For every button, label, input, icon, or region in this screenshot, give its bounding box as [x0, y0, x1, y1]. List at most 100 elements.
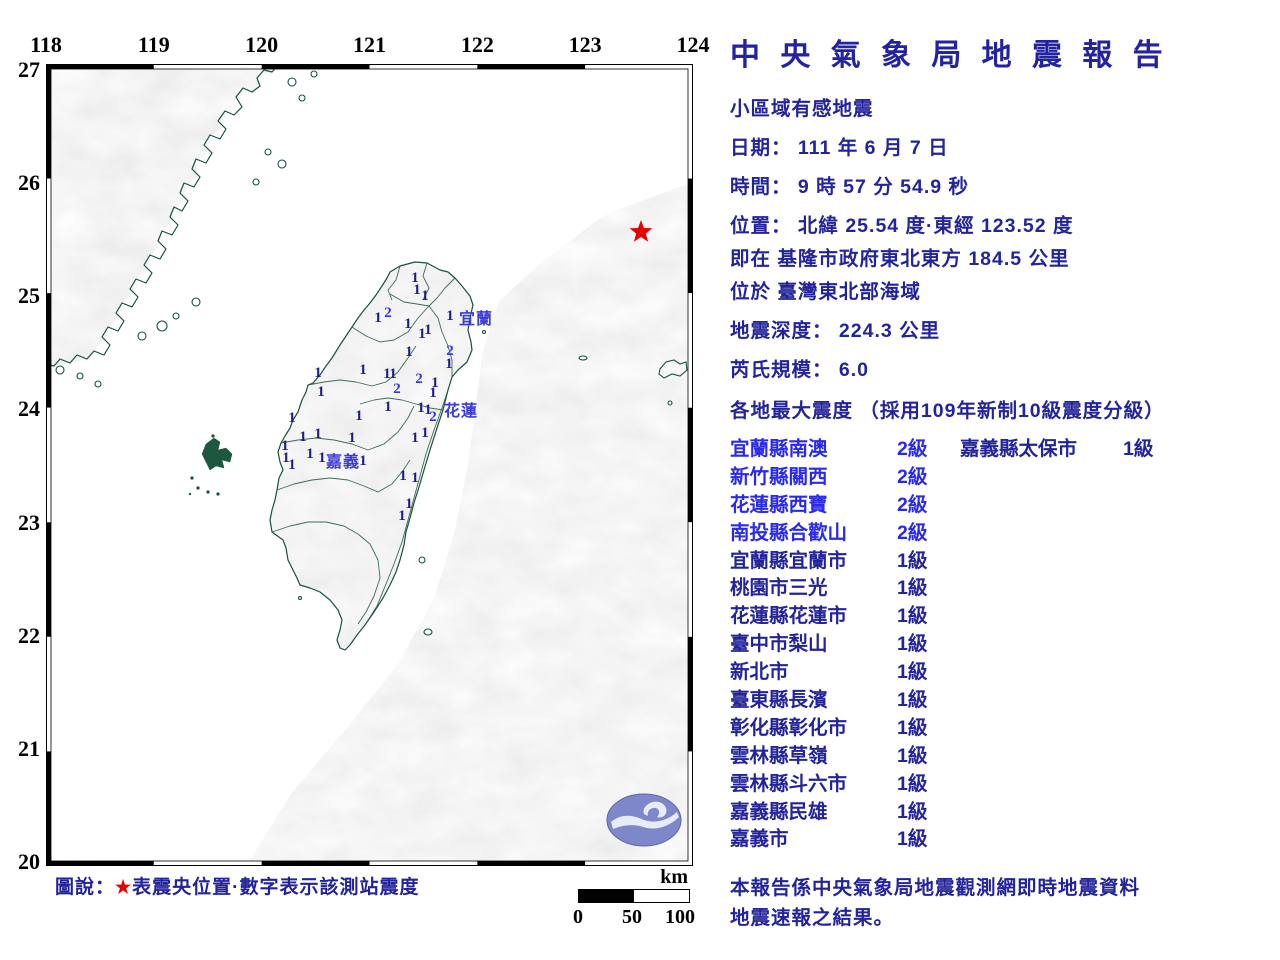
- intensity-row: 嘉義縣太保市 1級: [960, 436, 1153, 464]
- report-magnitude: 芮氏規模： 6.0: [730, 359, 870, 381]
- station-level: 1級: [897, 772, 928, 795]
- station-name: 嘉義市: [730, 828, 789, 851]
- report-region: 位於 臺灣東北部海域: [730, 281, 921, 303]
- station-intensity-1: 1: [418, 326, 426, 342]
- taiwan-region-map: 11 11 1 1111111 111111 1 11 11 1 1 1 111 1 11 11 111222…: [46, 64, 693, 866]
- station-intensity-1: 1: [288, 457, 296, 473]
- latitude-tick-label: 21: [18, 735, 40, 761]
- legend-text: 表震央位置·數字表示該測站震度: [132, 877, 420, 898]
- station-intensity-1: 1: [398, 508, 406, 524]
- station-level: 1級: [897, 661, 928, 684]
- intensity-list-left: 宜蘭縣南澳 2級 新竹縣關西 2級 花蓮縣西寶 2級 南投縣合歡山 2級 宜蘭縣宜蘭市 1級 桃園市…: [730, 436, 927, 854]
- intensity-row: 嘉義市 1級: [730, 826, 927, 854]
- latitude-tick-label: 25: [18, 283, 40, 309]
- longitude-tick-label: 123: [568, 32, 602, 57]
- station-intensity-1: 1: [405, 496, 413, 512]
- intensity-row: 雲林縣草嶺 1級: [730, 743, 927, 771]
- cwb-logo: [606, 793, 682, 847]
- station-intensity-2: 2: [429, 409, 437, 425]
- station-name: 新竹縣關西: [730, 465, 828, 488]
- station-name: 嘉義縣太保市: [960, 438, 1078, 460]
- longitude-tick-label: 119: [137, 32, 170, 57]
- scale-tick-50: 50: [622, 906, 642, 928]
- scale-tick-0: 0: [573, 906, 583, 928]
- latitude-tick-label: 24: [18, 396, 40, 422]
- intensity-row: 新竹縣關西 2級: [730, 464, 927, 492]
- station-name: 南投縣合歡山: [730, 521, 848, 544]
- station-level: 1級: [897, 577, 928, 600]
- station-intensity-2: 2: [384, 305, 392, 321]
- station-level: 1級: [897, 633, 928, 656]
- scale-unit: km: [660, 866, 688, 888]
- station-intensity-1: 1: [359, 453, 367, 469]
- intensity-row: 花蓮縣花蓮市 1級: [730, 603, 927, 631]
- latitude-tick-label: 22: [18, 622, 40, 648]
- report-date: 日期： 111 年 6 月 7 日: [730, 137, 949, 159]
- station-level: 1級: [897, 744, 928, 767]
- station-name: 宜蘭縣南澳: [730, 438, 828, 460]
- scale-tick-100: 100: [665, 906, 695, 928]
- station-level: 1級: [897, 828, 928, 851]
- report-time: 時間： 9 時 57 分 54.9 秒: [730, 176, 969, 198]
- station-name: 新北市: [730, 661, 789, 684]
- report-reference-distance: 即在 基隆市政府東北東方 184.5 公里: [730, 248, 1070, 270]
- station-intensity-1: 1: [355, 408, 363, 424]
- station-intensity-2: 2: [415, 371, 423, 387]
- earthquake-report-page: 118 119 120 121 122 123 124 27 26 25 24 23 22 21 20: [0, 0, 1280, 960]
- scale-bar: [578, 889, 690, 903]
- station-level: 1級: [897, 605, 928, 628]
- station-name: 嘉義縣民雄: [730, 800, 828, 823]
- longitude-tick-label: 118: [30, 32, 62, 57]
- intensity-row: 宜蘭縣宜蘭市 1級: [730, 548, 927, 576]
- station-intensity-1: 1: [314, 365, 322, 381]
- station-intensity-1: 1: [404, 316, 412, 332]
- legend-prefix: 圖說：: [55, 877, 116, 898]
- station-level: 2級: [897, 493, 928, 516]
- report-depth: 地震深度： 224.3 公里: [730, 320, 941, 342]
- intensity-row: 新北市 1級: [730, 659, 927, 687]
- station-intensity-1: 1: [318, 450, 326, 466]
- station-intensity-2: 2: [446, 343, 454, 359]
- station-name: 桃園市三光: [730, 577, 828, 600]
- station-level: 2級: [897, 465, 928, 488]
- station-intensity-1: 1: [317, 384, 325, 400]
- station-intensity-1: 1: [389, 366, 397, 382]
- station-name: 雲林縣斗六市: [730, 772, 848, 795]
- intensity-row: 花蓮縣西寶 2級: [730, 492, 927, 520]
- station-level: 2級: [897, 521, 928, 544]
- scale-bar-empty: [634, 890, 689, 902]
- station-name: 臺中市梨山: [730, 633, 828, 656]
- station-intensity-1: 1: [421, 425, 429, 441]
- latitude-tick-label: 27: [18, 57, 40, 82]
- intensity-row: 宜蘭縣南澳 2級: [730, 436, 927, 464]
- station-intensity-1: 1: [446, 308, 454, 324]
- intensity-row: 彰化縣彰化市 1級: [730, 715, 927, 743]
- scale-bar-filled: [579, 890, 634, 902]
- station-level: 1級: [1123, 438, 1154, 460]
- station-level: 1級: [897, 716, 928, 739]
- station-name: 雲林縣草嶺: [730, 744, 828, 767]
- station-level: 1級: [897, 689, 928, 712]
- place-label: 花蓮: [444, 401, 478, 420]
- station-name: 臺東縣長濱: [730, 689, 828, 712]
- intensity-row: 嘉義縣民雄 1級: [730, 799, 927, 827]
- longitude-tick-label: 120: [245, 32, 279, 57]
- longitude-tick-label: 122: [460, 32, 494, 57]
- legend-star-icon: ★: [115, 877, 133, 897]
- intensity-row: 南投縣合歡山 2級: [730, 520, 927, 548]
- station-intensity-1: 1: [399, 468, 407, 484]
- station-level: 1級: [897, 800, 928, 823]
- place-label: 嘉義: [325, 452, 360, 471]
- station-name: 花蓮縣西寶: [730, 493, 828, 516]
- station-name: 彰化縣彰化市: [730, 716, 848, 739]
- footer-line-2: 地震速報之結果。: [730, 907, 895, 929]
- intensity-list-right: 嘉義縣太保市 1級: [960, 436, 1153, 464]
- station-name: 宜蘭縣宜蘭市: [730, 549, 848, 572]
- station-name: 花蓮縣花蓮市: [730, 605, 848, 628]
- intensity-row: 臺東縣長濱 1級: [730, 687, 927, 715]
- report-title: 中 央 氣 象 局 地 震 報 告: [730, 39, 1169, 72]
- station-level: 2級: [897, 438, 928, 460]
- longitude-tick-label: 124: [676, 32, 710, 57]
- place-label: 宜蘭: [459, 309, 493, 328]
- station-intensity-1: 1: [413, 282, 421, 298]
